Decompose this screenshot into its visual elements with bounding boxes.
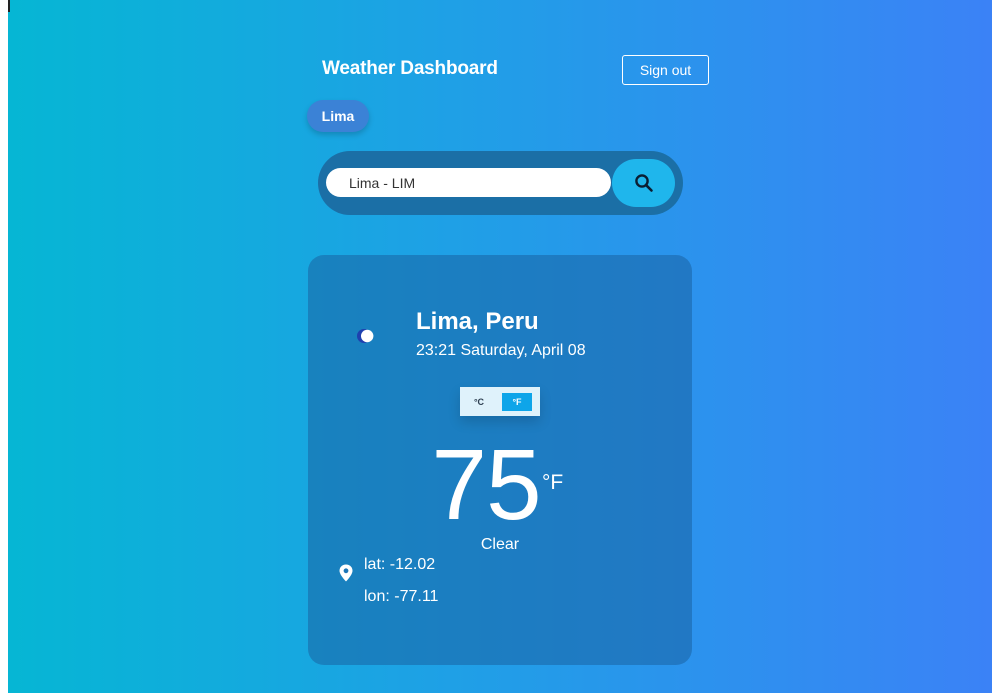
sign-out-button[interactable]: Sign out xyxy=(622,55,709,85)
search-bar xyxy=(318,151,683,215)
city-chip-lima[interactable]: Lima xyxy=(307,100,369,132)
search-input[interactable] xyxy=(326,168,611,197)
search-icon xyxy=(634,174,653,192)
temperature-value: 75 xyxy=(431,429,541,541)
location-pin-icon xyxy=(339,564,353,582)
longitude-text: lon: -77.11 xyxy=(364,588,439,605)
temperature-unit: °F xyxy=(542,471,564,494)
moon-icon xyxy=(357,329,374,343)
app-background: Weather Dashboard Sign out Lima Lima, Pe… xyxy=(8,0,992,693)
search-button[interactable] xyxy=(612,159,675,207)
latitude-text: lat: -12.02 xyxy=(364,556,436,573)
celsius-option[interactable]: °C xyxy=(464,393,494,411)
location-name: Lima, Peru xyxy=(416,308,539,335)
weather-card: Lima, Peru 23:21 Saturday, April 08 °C °… xyxy=(308,255,692,665)
weather-condition: Clear xyxy=(480,536,520,553)
page-title: Weather Dashboard xyxy=(322,58,498,79)
local-datetime: 23:21 Saturday, April 08 xyxy=(416,342,586,359)
unit-toggle[interactable]: °C °F xyxy=(460,387,540,416)
window-edge xyxy=(8,0,10,12)
fahrenheit-option[interactable]: °F xyxy=(502,393,532,411)
